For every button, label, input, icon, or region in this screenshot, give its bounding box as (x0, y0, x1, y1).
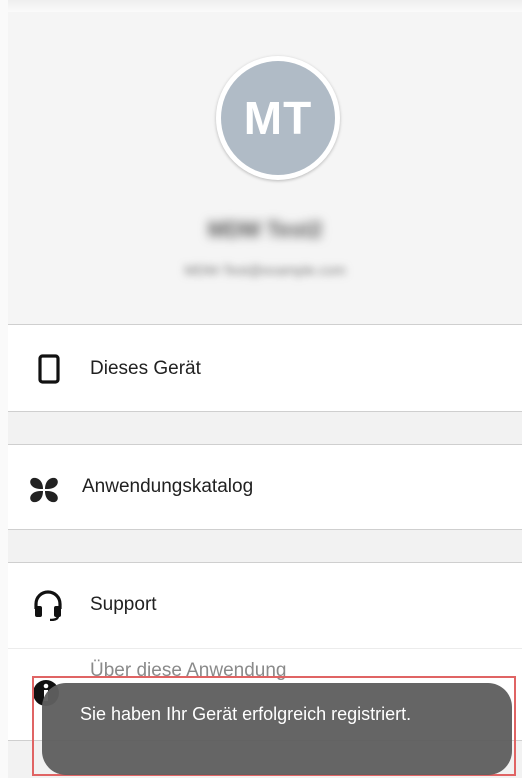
menu-item-this-device[interactable]: Dieses Gerät (8, 327, 522, 411)
section-divider (8, 529, 522, 563)
smartphone-icon (34, 354, 64, 384)
menu-label-support: Support (90, 594, 157, 615)
profile-header: MT MDM Test2 MDM-Test@example.com (8, 12, 522, 325)
app-screen: MT MDM Test2 MDM-Test@example.com Dieses… (8, 0, 522, 778)
headset-icon (32, 589, 62, 622)
avatar-initials: MT (221, 61, 335, 175)
top-shadow (8, 0, 522, 12)
menu-label-app-catalog: Anwendungskatalog (82, 476, 254, 497)
toast-notification: Sie haben Ihr Gerät erfolgreich registri… (42, 683, 512, 775)
toast-message: Sie haben Ihr Gerät erfolgreich registri… (80, 704, 412, 724)
menu-label-this-device: Dieses Gerät (90, 358, 201, 379)
app-catalog-icon (28, 474, 58, 504)
avatar[interactable]: MT (216, 56, 340, 180)
menu-item-support[interactable]: Support (8, 563, 522, 647)
section-divider (8, 411, 522, 445)
user-email: MDM-Test@example.com (184, 262, 346, 278)
menu-item-app-catalog[interactable]: Anwendungskatalog (8, 445, 522, 529)
user-name: MDM Test2 (207, 217, 323, 242)
